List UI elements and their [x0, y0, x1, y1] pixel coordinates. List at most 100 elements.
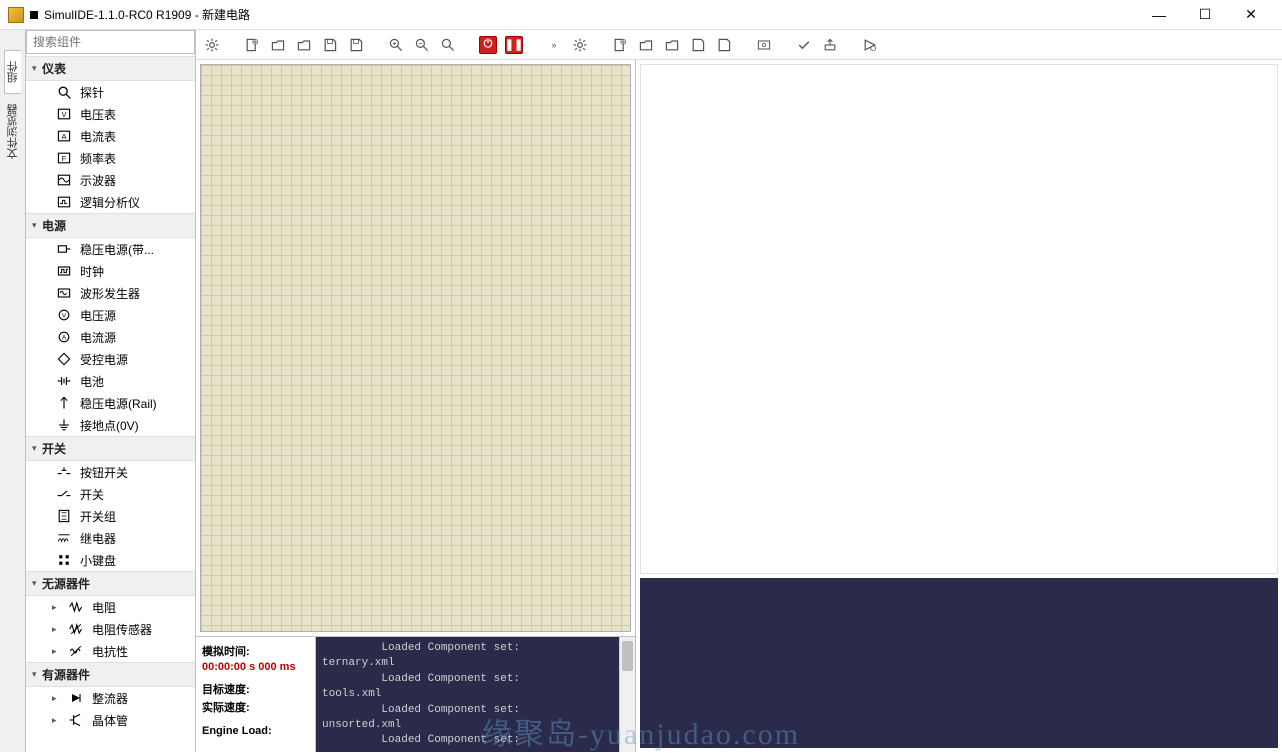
item-rectifier[interactable]: ▸整流器 [26, 687, 195, 709]
more-button[interactable]: » [542, 33, 566, 57]
svg-text:A: A [62, 334, 67, 341]
zoom-out-button[interactable] [410, 33, 434, 57]
item-switch[interactable]: 开关 [26, 483, 195, 505]
tab-file-browser[interactable]: 文件浏览器 [5, 94, 21, 169]
tab-components[interactable]: 组件 [4, 50, 21, 94]
category-meters[interactable]: ▾仪表 [26, 56, 195, 81]
maximize-button[interactable]: ☐ [1182, 0, 1228, 30]
chevron-right-icon: ▸ [52, 715, 62, 726]
pause-button[interactable]: ❚❚ [502, 33, 526, 57]
power-off-button[interactable]: ⏻ [476, 33, 500, 57]
debug-button[interactable] [858, 33, 882, 57]
titlebar: SimulIDE-1.1.0-RC0 R1909 - 新建电路 — ☐ ✕ [0, 0, 1282, 30]
item-voltage-source[interactable]: V电压源 [26, 304, 195, 326]
svg-text:A: A [62, 132, 67, 141]
save-circuit-prev-button[interactable] [292, 33, 316, 57]
ground-icon [54, 416, 74, 434]
search-input[interactable] [26, 30, 195, 54]
save-button[interactable] [318, 33, 342, 57]
switch-group-icon [54, 507, 74, 525]
item-transistor[interactable]: ▸晶体管 [26, 709, 195, 731]
item-reactance[interactable]: ▸电抗性 [26, 640, 195, 662]
actual-speed-label: 实际速度: [202, 699, 309, 715]
item-freqmeter[interactable]: F频率表 [26, 147, 195, 169]
reactance-icon [66, 642, 86, 660]
item-voltmeter[interactable]: V电压表 [26, 103, 195, 125]
chevron-right-icon: ▸ [52, 646, 62, 657]
open-file-button[interactable] [634, 33, 658, 57]
item-ammeter[interactable]: A电流表 [26, 125, 195, 147]
open-prev-file-button[interactable] [660, 33, 684, 57]
freqmeter-icon: F [54, 149, 74, 167]
chevron-right-icon: ▸ [52, 693, 62, 704]
category-sources[interactable]: ▾电源 [26, 213, 195, 238]
component-tree: ▾仪表 探针 V电压表 A电流表 F频率表 示波器 逻辑分析仪 ▾电源 稳压电源… [26, 54, 195, 733]
component-sidebar: ▾仪表 探针 V电压表 A电流表 F频率表 示波器 逻辑分析仪 ▾电源 稳压电源… [26, 30, 196, 752]
item-ground[interactable]: 接地点(0V) [26, 414, 195, 436]
circuit-canvas[interactable] [200, 64, 631, 632]
wave-gen-icon [54, 284, 74, 302]
save-file-as-button[interactable] [712, 33, 736, 57]
chevron-down-icon: ▾ [32, 220, 42, 231]
compile-button[interactable] [792, 33, 816, 57]
close-button[interactable]: ✕ [1228, 0, 1274, 30]
modified-dot-icon [30, 11, 38, 19]
code-editor[interactable] [640, 64, 1278, 574]
engine-load-label: Engine Load: [202, 725, 309, 737]
item-switch-group[interactable]: 开关组 [26, 505, 195, 527]
new-circuit-button[interactable] [240, 33, 264, 57]
app-icon [8, 7, 24, 23]
chevron-down-icon: ▾ [32, 443, 42, 454]
chevron-down-icon: ▾ [32, 63, 42, 74]
item-current-source[interactable]: A电流源 [26, 326, 195, 348]
keypad-icon [54, 551, 74, 569]
rail-icon [54, 394, 74, 412]
item-fixed-voltage[interactable]: 稳压电源(带... [26, 238, 195, 260]
probe-icon [54, 83, 74, 101]
sim-time-label: 模拟时间: [202, 643, 309, 659]
editor-settings-button[interactable] [568, 33, 592, 57]
item-resistor-sensor[interactable]: ▸电阻传感器 [26, 618, 195, 640]
push-button-icon [54, 463, 74, 481]
rectifier-icon [66, 689, 86, 707]
save-as-button[interactable] [344, 33, 368, 57]
category-active[interactable]: ▾有源器件 [26, 662, 195, 687]
switch-icon [54, 485, 74, 503]
item-controlled-source[interactable]: 受控电源 [26, 348, 195, 370]
minimize-button[interactable]: — [1136, 0, 1182, 30]
console-output[interactable]: Loaded Component set: ternary.xml Loaded… [316, 637, 619, 752]
zoom-in-button[interactable] [384, 33, 408, 57]
item-logic-analyzer[interactable]: 逻辑分析仪 [26, 191, 195, 213]
console-scrollbar[interactable] [619, 637, 635, 752]
logic-analyzer-icon [54, 193, 74, 211]
zoom-fit-button[interactable] [436, 33, 460, 57]
item-wave-gen[interactable]: 波形发生器 [26, 282, 195, 304]
editor-console[interactable] [640, 578, 1278, 748]
item-clock[interactable]: 时钟 [26, 260, 195, 282]
item-resistor[interactable]: ▸电阻 [26, 596, 195, 618]
settings-button[interactable] [200, 33, 224, 57]
item-battery[interactable]: 电池 [26, 370, 195, 392]
upload-button[interactable] [818, 33, 842, 57]
category-passive[interactable]: ▾无源器件 [26, 571, 195, 596]
item-oscilloscope[interactable]: 示波器 [26, 169, 195, 191]
chevron-down-icon: ▾ [32, 578, 42, 589]
current-source-icon: A [54, 328, 74, 346]
fixed-voltage-icon [54, 240, 74, 258]
resistor-sensor-icon [66, 620, 86, 638]
voltmeter-icon: V [54, 105, 74, 123]
find-button[interactable] [752, 33, 776, 57]
save-file-button[interactable] [686, 33, 710, 57]
ammeter-icon: A [54, 127, 74, 145]
item-relay[interactable]: 继电器 [26, 527, 195, 549]
window-title: SimulIDE-1.1.0-RC0 R1909 - 新建电路 [44, 6, 1136, 23]
item-rail[interactable]: 稳压电源(Rail) [26, 392, 195, 414]
open-circuit-button[interactable] [266, 33, 290, 57]
target-speed-label: 目标速度: [202, 681, 309, 697]
item-push-button[interactable]: 按钮开关 [26, 461, 195, 483]
new-file-button[interactable] [608, 33, 632, 57]
item-probe[interactable]: 探针 [26, 81, 195, 103]
category-switches[interactable]: ▾开关 [26, 436, 195, 461]
oscilloscope-icon [54, 171, 74, 189]
item-keypad[interactable]: 小键盘 [26, 549, 195, 571]
